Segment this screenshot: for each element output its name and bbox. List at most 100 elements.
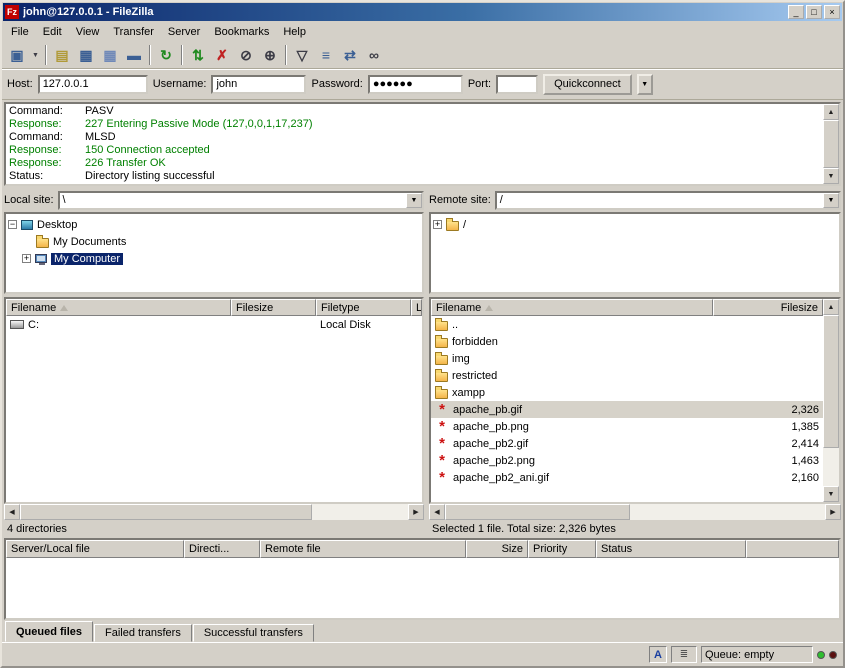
scrollbar-thumb[interactable] xyxy=(823,120,839,168)
speedlimit-icon[interactable]: ≣ xyxy=(671,646,697,663)
combo-dropdown-icon[interactable]: ▼ xyxy=(406,193,422,208)
tab-successful-transfers[interactable]: Successful transfers xyxy=(193,624,314,642)
remote-site-combo[interactable]: / ▼ xyxy=(495,191,841,210)
local-site-value[interactable]: \ xyxy=(60,193,406,208)
scroll-left-icon[interactable]: ◀ xyxy=(429,504,445,520)
disconnect-icon[interactable]: ⊘ xyxy=(234,44,258,66)
toggle-remote-tree-icon[interactable]: ▦ xyxy=(98,44,122,66)
close-button[interactable]: × xyxy=(824,5,840,19)
site-manager-dropdown-icon[interactable]: ▼ xyxy=(29,44,42,66)
file-row[interactable]: *apache_pb2.gif 2,414 xyxy=(431,435,823,452)
tree-item-my-documents[interactable]: My Documents xyxy=(8,233,420,250)
scroll-up-icon[interactable]: ▲ xyxy=(823,104,839,120)
queue-status-text: Queue: empty xyxy=(701,646,813,663)
maximize-button[interactable]: □ xyxy=(806,5,822,19)
column-status[interactable]: Status xyxy=(596,540,746,558)
menu-file[interactable]: File xyxy=(4,23,36,41)
file-row[interactable]: *apache_pb.png 1,385 xyxy=(431,418,823,435)
combo-dropdown-icon[interactable]: ▼ xyxy=(823,193,839,208)
menu-edit[interactable]: Edit xyxy=(36,23,69,41)
tab-queued-files[interactable]: Queued files xyxy=(5,621,93,642)
queue-header: Server/Local file Directi... Remote file… xyxy=(6,540,839,558)
file-row[interactable]: *apache_pb2.png 1,463 xyxy=(431,452,823,469)
column-size[interactable]: Size xyxy=(466,540,528,558)
scrollbar-thumb[interactable] xyxy=(823,315,839,448)
remote-list-body[interactable]: .. forbidden img restricted xyxy=(431,316,823,502)
remote-tree[interactable]: + / xyxy=(429,212,841,294)
file-row-selected[interactable]: *apache_pb.gif 2,326 xyxy=(431,401,823,418)
column-filesize[interactable]: Filesize xyxy=(231,299,316,316)
toggle-local-tree-icon[interactable]: ▦ xyxy=(74,44,98,66)
scrollbar-thumb[interactable] xyxy=(445,504,630,520)
column-filesize[interactable]: Filesize xyxy=(713,299,823,316)
column-filename[interactable]: Filename xyxy=(6,299,231,316)
menu-view[interactable]: View xyxy=(69,23,107,41)
tree-item-my-computer[interactable]: + My Computer xyxy=(8,250,420,267)
tree-item-desktop[interactable]: − Desktop xyxy=(8,216,420,233)
column-remote-file[interactable]: Remote file xyxy=(260,540,466,558)
scroll-right-icon[interactable]: ▶ xyxy=(825,504,841,520)
column-priority[interactable]: Priority xyxy=(528,540,596,558)
host-input[interactable] xyxy=(38,75,148,94)
remote-vscrollbar[interactable]: ▲ ▼ xyxy=(823,299,839,502)
collapse-icon[interactable]: − xyxy=(8,220,17,229)
scroll-right-icon[interactable]: ▶ xyxy=(408,504,424,520)
file-row[interactable]: img xyxy=(431,350,823,367)
file-row[interactable]: .. xyxy=(431,316,823,333)
queue-tabs: Queued files Failed transfers Successful… xyxy=(2,620,843,642)
file-row[interactable]: *apache_pb2_ani.gif 2,160 xyxy=(431,469,823,486)
file-row[interactable]: xampp xyxy=(431,384,823,401)
local-tree[interactable]: − Desktop My Documents + My Computer xyxy=(4,212,424,294)
image-file-icon: * xyxy=(435,452,449,469)
expand-icon[interactable]: + xyxy=(22,254,31,263)
file-row[interactable]: forbidden xyxy=(431,333,823,350)
column-direction[interactable]: Directi... xyxy=(184,540,260,558)
file-row[interactable]: C: Local Disk xyxy=(6,316,422,333)
toggle-log-icon[interactable]: ▤ xyxy=(50,44,74,66)
local-list-body[interactable]: C: Local Disk xyxy=(6,316,422,502)
port-input[interactable] xyxy=(496,75,538,94)
reconnect-icon[interactable]: ⊕ xyxy=(258,44,282,66)
scroll-left-icon[interactable]: ◀ xyxy=(4,504,20,520)
queue-body[interactable] xyxy=(6,558,839,618)
site-manager-icon[interactable]: ▣ xyxy=(5,44,29,66)
column-filetype[interactable]: Filetype xyxy=(316,299,411,316)
column-server-local-file[interactable]: Server/Local file xyxy=(6,540,184,558)
process-queue-icon[interactable]: ⇅ xyxy=(186,44,210,66)
scroll-down-icon[interactable]: ▼ xyxy=(823,168,839,184)
scroll-up-icon[interactable]: ▲ xyxy=(823,299,839,315)
compare-icon[interactable]: ≡ xyxy=(314,44,338,66)
local-site-row: Local site: \ ▼ xyxy=(4,188,424,212)
toggle-queue-icon[interactable]: ▬ xyxy=(122,44,146,66)
menu-help[interactable]: Help xyxy=(276,23,313,41)
folder-icon xyxy=(446,221,459,231)
password-input[interactable] xyxy=(368,75,463,94)
local-site-combo[interactable]: \ ▼ xyxy=(58,191,424,210)
menu-server[interactable]: Server xyxy=(161,23,207,41)
username-input[interactable] xyxy=(211,75,306,94)
file-row[interactable]: restricted xyxy=(431,367,823,384)
scrollbar-thumb[interactable] xyxy=(20,504,312,520)
refresh-icon[interactable]: ↻ xyxy=(154,44,178,66)
find-icon[interactable]: ∞ xyxy=(362,44,386,66)
sync-browsing-icon[interactable]: ⇄ xyxy=(338,44,362,66)
remote-site-value[interactable]: / xyxy=(497,193,823,208)
expand-icon[interactable]: + xyxy=(433,220,442,229)
filter-icon[interactable]: ▽ xyxy=(290,44,314,66)
log-scrollbar[interactable]: ▲ ▼ xyxy=(823,104,839,184)
minimize-button[interactable]: _ xyxy=(788,5,804,19)
tree-item-root[interactable]: + / xyxy=(433,216,837,233)
cancel-icon[interactable]: ✗ xyxy=(210,44,234,66)
menu-transfer[interactable]: Transfer xyxy=(106,23,161,41)
tab-failed-transfers[interactable]: Failed transfers xyxy=(94,624,192,642)
quickconnect-button[interactable]: Quickconnect xyxy=(543,74,632,95)
remote-hscrollbar[interactable]: ◀ ▶ xyxy=(429,504,841,520)
quickconnect-dropdown-icon[interactable]: ▼ xyxy=(637,74,653,95)
column-last-modified[interactable]: L xyxy=(411,299,422,316)
title-bar[interactable]: Fz john@127.0.0.1 - FileZilla _ □ × xyxy=(3,3,842,21)
menu-bookmarks[interactable]: Bookmarks xyxy=(207,23,276,41)
local-hscrollbar[interactable]: ◀ ▶ xyxy=(4,504,424,520)
column-filename[interactable]: Filename xyxy=(431,299,713,316)
sort-asc-icon xyxy=(60,305,68,311)
scroll-down-icon[interactable]: ▼ xyxy=(823,486,839,502)
